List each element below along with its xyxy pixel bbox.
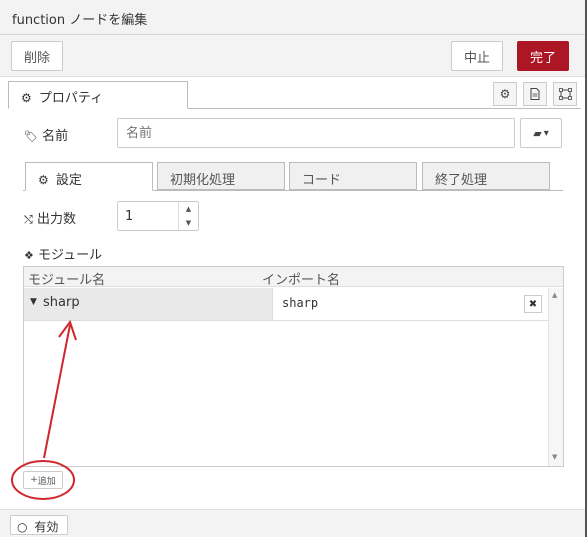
delete-button[interactable]: 削除 (11, 41, 63, 71)
column-header-import: インポート名 (262, 273, 341, 288)
table-row: ▼ sharp sharp ✖ (24, 288, 548, 321)
tag-icon: 🏷 (24, 130, 38, 143)
settings-tab-button[interactable]: ⚙ (493, 82, 517, 106)
spinner-up-icon[interactable]: ▲ (179, 202, 198, 216)
description-tab-button[interactable] (523, 82, 547, 106)
tab-code[interactable]: コード (289, 162, 417, 190)
tab-on-stop[interactable]: 終了処理 (422, 162, 550, 190)
gear-icon: ⚙ (499, 87, 511, 101)
import-name-cell[interactable]: sharp ✖ (274, 288, 548, 320)
tab-setup-label: 設定 (55, 173, 82, 188)
tab-setup[interactable]: ⚙ 設定 (25, 162, 153, 191)
import-name-value[interactable]: sharp (282, 296, 318, 310)
spinner-down-icon[interactable]: ▼ (179, 216, 198, 230)
shuffle-icon: ⤭ (24, 213, 33, 226)
outputs-value[interactable]: 1 (125, 209, 133, 224)
modules-table-header: モジュール名 インポート名 (24, 267, 563, 288)
footer: ○ 有効 (0, 509, 585, 537)
name-input[interactable] (117, 118, 515, 148)
tab-on-start[interactable]: 初期化処理 (157, 162, 285, 190)
modules-label: ❖ モジュール (24, 244, 102, 263)
table-scrollbar[interactable]: ▲ ▼ (548, 288, 563, 466)
tab-on-start-label: 初期化処理 (170, 173, 236, 188)
title-bar: function ノードを編集 (0, 0, 587, 35)
function-subtabs: ⚙ 設定 初期化処理 コード 終了処理 (23, 160, 563, 191)
done-button[interactable]: 完了 (517, 41, 569, 71)
gear-icon: ⚙ (21, 91, 32, 105)
cancel-button[interactable]: 中止 (451, 41, 503, 71)
plus-icon: + (30, 475, 38, 485)
appearance-icon (558, 88, 572, 100)
caret-down-icon: ▾ (543, 127, 549, 139)
tab-bar: ⚙ プロパティ ⚙ (0, 77, 585, 109)
circle-icon: ○ (17, 520, 28, 534)
modules-label-text: モジュール (38, 248, 103, 263)
name-label-text: 名前 (42, 129, 69, 144)
appearance-tab-button[interactable] (553, 82, 577, 106)
gear-icon: ⚙ (38, 173, 49, 187)
scroll-down-icon[interactable]: ▼ (552, 453, 557, 461)
tab-on-stop-label: 終了処理 (435, 173, 488, 188)
modules-table: モジュール名 インポート名 ▼ sharp sharp ✖ ▲ ▼ (23, 266, 564, 467)
outputs-spinner[interactable]: 1 ▲ ▼ (117, 201, 199, 231)
caret-down-icon[interactable]: ▼ (30, 297, 37, 307)
spinner-arrows: ▲ ▼ (178, 202, 198, 230)
toolbar: 削除 中止 完了 (0, 35, 585, 77)
remove-row-button[interactable]: ✖ (524, 295, 542, 313)
close-icon: ✖ (528, 298, 538, 310)
name-label: 🏷 名前 (24, 125, 68, 144)
enabled-toggle[interactable]: ○ 有効 (10, 515, 68, 535)
cubes-icon: ❖ (24, 249, 34, 262)
add-module-button[interactable]: + 追加 (23, 471, 63, 489)
enabled-label: 有効 (34, 520, 59, 534)
window-title: function ノードを編集 (12, 13, 148, 28)
tab-properties[interactable]: ⚙ プロパティ (8, 81, 188, 109)
name-dropdown-button[interactable]: ▰ ▾ (520, 118, 562, 148)
column-header-module: モジュール名 (28, 273, 106, 288)
book-icon: ▰ (533, 126, 542, 140)
add-module-label: 追加 (37, 476, 56, 487)
outputs-label: ⤭ 出力数 (24, 208, 76, 227)
tab-properties-label: プロパティ (38, 91, 104, 106)
tab-code-label: コード (302, 173, 342, 188)
outputs-label-text: 出力数 (36, 212, 76, 227)
module-name-cell[interactable]: ▼ sharp (24, 288, 273, 320)
description-icon (530, 88, 540, 100)
scroll-up-icon[interactable]: ▲ (552, 291, 557, 299)
module-name-value[interactable]: sharp (43, 295, 80, 310)
